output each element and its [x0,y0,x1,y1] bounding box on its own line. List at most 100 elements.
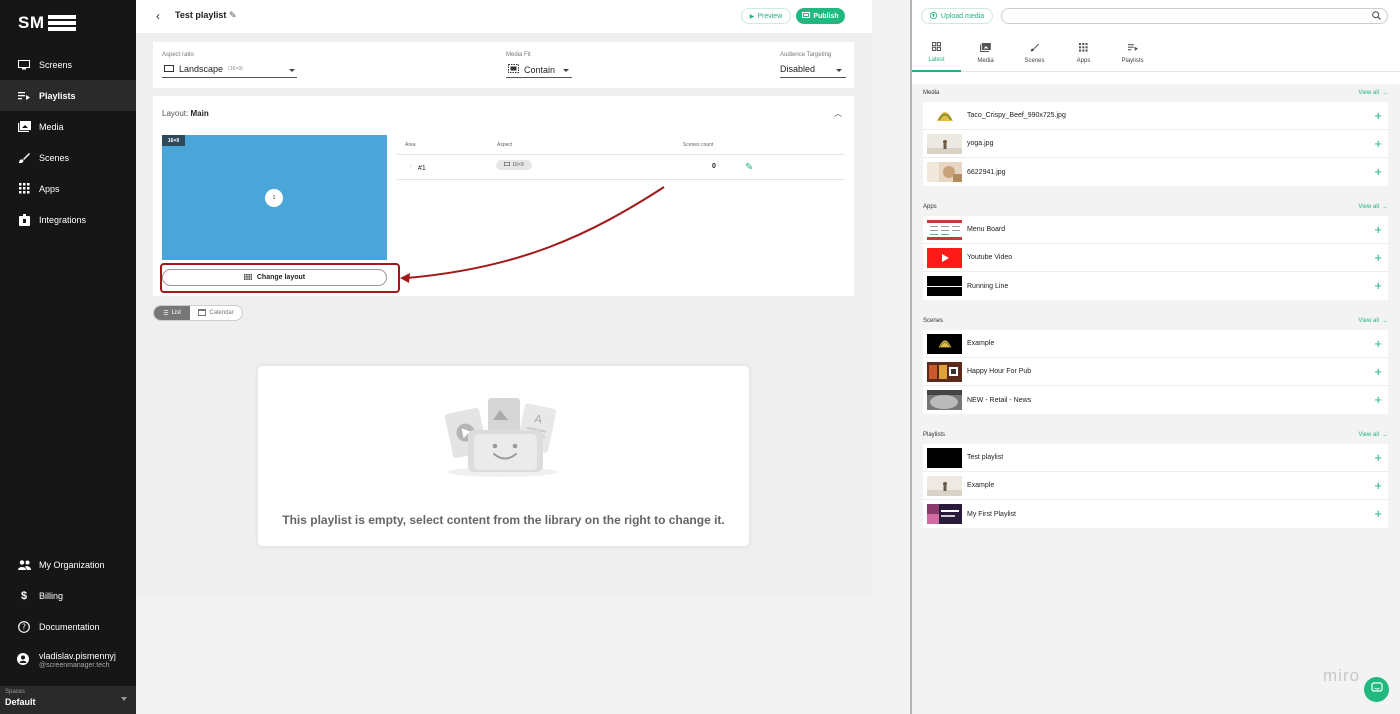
area-number-badge[interactable]: 1 [265,189,283,207]
sidebar-item-apps[interactable]: Apps [0,173,136,204]
apps-grid-icon [17,183,31,195]
list-item[interactable]: Test playlist + [923,444,1388,472]
edit-area-pencil-icon[interactable]: ✎ [745,162,753,173]
calendar-view-button[interactable]: Calendar [190,306,242,320]
thumbnail [927,475,962,496]
view-toggle: ☰ List Calendar [153,305,243,321]
sidebar-item-integrations[interactable]: Integrations [0,204,136,235]
content-library: Upload media Latest Media Scenes Apps Pl… [912,0,1400,714]
upload-media-button[interactable]: Upload media [921,8,993,24]
list-item[interactable]: Happy Hour For Pub + [923,358,1388,386]
tab-apps[interactable]: Apps [1059,34,1108,72]
publish-button[interactable]: Publish [796,8,845,24]
list-item[interactable]: yoga.jpg + [923,130,1388,158]
section-title: Media [923,90,940,96]
main-content: ‹ Test playlist ✎ ▶ Preview Publish Aspe… [136,0,910,714]
view-all-link[interactable]: View all → [1358,318,1388,324]
library-tabs: Latest Media Scenes Apps Playlists [912,34,1400,72]
tab-playlists[interactable]: Playlists [1108,34,1157,72]
library-section-media: Media View all → [923,87,1388,101]
brush-icon [17,152,31,164]
tab-scenes[interactable]: Scenes [1010,34,1059,72]
list-item[interactable]: 6622941.jpg + [923,158,1388,186]
edit-title-pencil-icon[interactable]: ✎ [229,10,237,21]
aspect-ratio-note: (16×9) [228,66,243,72]
add-icon[interactable]: + [1374,365,1382,378]
item-name: Taco_Crispy_Beef_990x725.jpg [967,112,1066,119]
sidebar-item-scenes[interactable]: Scenes [0,142,136,173]
list-item[interactable]: Example + [923,330,1388,358]
apps-grid-icon [1079,42,1088,54]
tab-latest[interactable]: Latest [912,34,961,72]
view-all-label: View all [1358,432,1379,438]
back-arrow-icon[interactable]: ‹ [156,9,160,23]
section-title: Apps [923,204,937,210]
row-aspect-value: 16×9 [512,162,524,168]
sidebar-item-documentation[interactable]: ? Documentation [0,611,136,642]
svg-text:?: ? [22,622,26,631]
user-email: @screenmanager.tech [39,662,110,669]
list-item[interactable]: Running Line + [923,272,1388,300]
thumbnail [927,162,962,182]
list-item[interactable]: My First Playlist + [923,500,1388,528]
list-view-button[interactable]: ☰ List [154,306,191,320]
sidebar-item-media[interactable]: Media [0,111,136,142]
user-profile[interactable]: vladislav.pismennyj @screenmanager.tech [0,642,136,678]
spaces-selector[interactable]: Spaces Default [0,686,136,714]
add-icon[interactable]: + [1374,223,1382,236]
spaces-value: Default [5,697,36,707]
add-icon[interactable]: + [1374,279,1382,292]
layout-preview[interactable]: 16×9 1 [162,135,387,260]
list-item[interactable]: Example + [923,472,1388,500]
view-all-label: View all [1358,90,1379,96]
list-icon: ☰ [163,310,169,317]
add-icon[interactable]: + [1374,337,1382,350]
drag-handle-icon[interactable]: ⁘ [408,163,413,170]
item-name: Youtube Video [967,254,1013,261]
tab-media[interactable]: Media [961,34,1010,72]
people-icon [17,559,31,571]
sidebar-item-screens[interactable]: Screens [0,49,136,80]
change-layout-button[interactable]: Change layout [162,269,387,286]
item-name: 6622941.jpg [967,168,1006,176]
media-fit-select[interactable]: Contain [508,64,555,75]
scenes-list: Example + Happy Hour For Pub + NEW - Ret… [923,330,1388,414]
add-icon[interactable]: + [1374,451,1382,464]
chat-button[interactable] [1364,677,1389,702]
view-all-link[interactable]: View all → [1358,90,1388,96]
view-all-link[interactable]: View all → [1358,432,1388,438]
media-icon [980,42,991,54]
audience-targeting-select[interactable]: Disabled [780,64,815,74]
library-search-input[interactable] [1001,8,1388,24]
main-footer-area [136,597,910,714]
tab-label: Apps [1076,57,1091,64]
layout-title-prefix: Layout: [162,109,189,118]
publish-label: Publish [813,12,839,20]
item-name: My First Playlist [967,510,1016,518]
add-icon[interactable]: + [1374,165,1382,178]
add-icon[interactable]: + [1374,393,1382,406]
list-item[interactable]: NEW - Retail - News + [923,386,1388,414]
sidebar-item-playlists[interactable]: Playlists [0,80,136,111]
add-icon[interactable]: + [1374,109,1382,122]
chevron-up-icon[interactable]: ︿ [834,108,842,119]
add-icon[interactable]: + [1374,137,1382,150]
view-all-link[interactable]: View all → [1358,204,1388,210]
search-icon[interactable] [1372,11,1381,22]
list-item[interactable]: Youtube Video + [923,244,1388,272]
add-icon[interactable]: + [1374,507,1382,520]
app-logo[interactable]: SM [18,13,80,32]
thumbnail [927,447,962,468]
list-item[interactable]: Taco_Crispy_Beef_990x725.jpg + [923,102,1388,130]
sidebar-item-my-organization[interactable]: My Organization [0,549,136,580]
add-icon[interactable]: + [1374,479,1382,492]
item-name: yoga.jpg [967,140,994,147]
dollar-icon: $ [20,589,28,602]
sidebar-item-billing[interactable]: $ Billing [0,580,136,611]
playlist-settings: Aspect ratio Landscape (16×9) Media Fit … [153,42,854,88]
list-item[interactable]: Menu Board + [923,216,1388,244]
add-icon[interactable]: + [1374,251,1382,264]
logo-bars-icon [47,15,76,31]
preview-button[interactable]: ▶ Preview [741,8,791,24]
aspect-ratio-select[interactable]: Landscape (16×9) [164,64,243,74]
